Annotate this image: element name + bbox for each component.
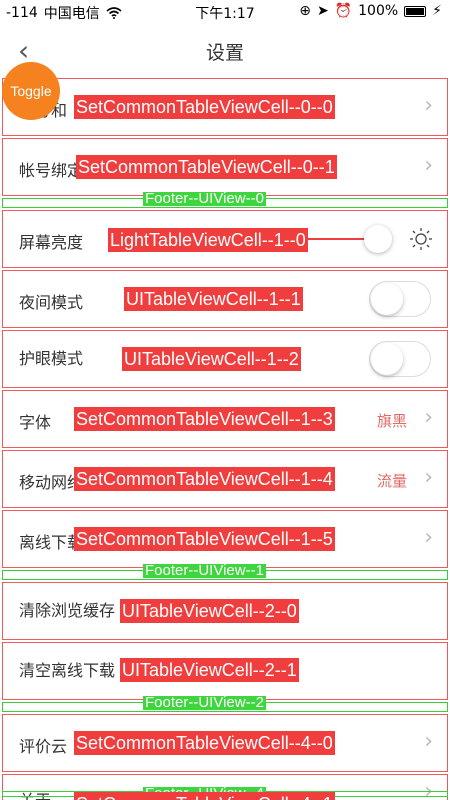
debug-overlay-label: UITableViewCell--1--2 [122, 347, 301, 371]
switch-knob [371, 283, 403, 315]
font-value: 旗黑 [376, 412, 407, 430]
brightness-slider-thumb[interactable] [364, 225, 392, 253]
sun-icon [410, 228, 432, 250]
footer-debug-label: Footer--UIView--2 [143, 696, 266, 710]
debug-overlay-label: LightTableViewCell--1--0 [108, 228, 308, 252]
section-footer: Footer--UIView--2 [2, 696, 448, 712]
battery-icon [404, 5, 427, 17]
rotation-lock-icon: ⊕ [299, 3, 311, 19]
debug-overlay-label: SetCommonTableViewCell--1--4 [74, 467, 335, 491]
page-title: 设置 [205, 42, 244, 64]
night-mode-switch[interactable] [369, 281, 431, 317]
debug-overlay-label: UITableViewCell--2--1 [120, 658, 299, 682]
cell-label: 评价云 [19, 737, 68, 756]
eye-care-switch[interactable] [369, 341, 431, 377]
location-icon: ➤ [316, 3, 329, 19]
footer-debug-label: Footer--UIView--0 [143, 192, 266, 206]
chevron-right-icon: › [424, 525, 433, 550]
navigation-bar: ‹ 设置 [0, 24, 450, 76]
chevron-right-icon: › [424, 93, 433, 118]
debug-overlay-label: SetCommonTableViewCell--4--1 [74, 792, 335, 800]
status-bar: -114 中国电信 下午1:17 ⊕ ➤ ⏰ 100% ⚡ [0, 0, 450, 24]
alarm-icon: ⏰ [334, 3, 353, 19]
cell-label: 字体 [19, 413, 52, 432]
cell-label: 护眼模式 [19, 349, 84, 368]
status-right: ⊕ ➤ ⏰ 100% ⚡ [299, 3, 442, 19]
mobile-network-value: 流量 [376, 472, 407, 490]
chevron-right-icon: › [424, 465, 433, 490]
footer-debug-label: Footer--UIView--1 [143, 564, 266, 578]
chevron-right-icon: › [424, 153, 433, 178]
section-footer: Footer--UIView--1 [2, 564, 448, 580]
debug-overlay-label: UITableViewCell--1--1 [124, 287, 303, 311]
chevron-right-icon: › [424, 405, 433, 430]
battery-percent: 100% [358, 3, 399, 19]
chevron-right-icon: › [424, 729, 433, 754]
debug-overlay-label: SetCommonTableViewCell--1--3 [74, 407, 335, 431]
cell-label: 屏幕亮度 [19, 233, 84, 252]
cell-label: 帐号绑定 [19, 161, 84, 180]
debug-overlay-label: SetCommonTableViewCell--0--0 [74, 95, 335, 119]
debug-overlay-label: SetCommonTableViewCell--0--1 [76, 155, 337, 179]
charging-icon: ⚡ [432, 3, 442, 19]
debug-overlay-label: SetCommonTableViewCell--1--5 [74, 527, 335, 551]
cell-label: 清空离线下载 [19, 661, 116, 680]
debug-overlay-label: SetCommonTableViewCell--4--0 [74, 731, 335, 755]
cell-label: 清除浏览缓存 [19, 601, 116, 620]
debug-overlay-label: UITableViewCell--2--0 [120, 599, 299, 623]
section-footer: Footer--UIView--0 [2, 192, 448, 208]
switch-knob [371, 343, 403, 375]
cell-label: 夜间模式 [19, 293, 84, 312]
debug-toggle-button[interactable]: Toggle [2, 62, 60, 120]
